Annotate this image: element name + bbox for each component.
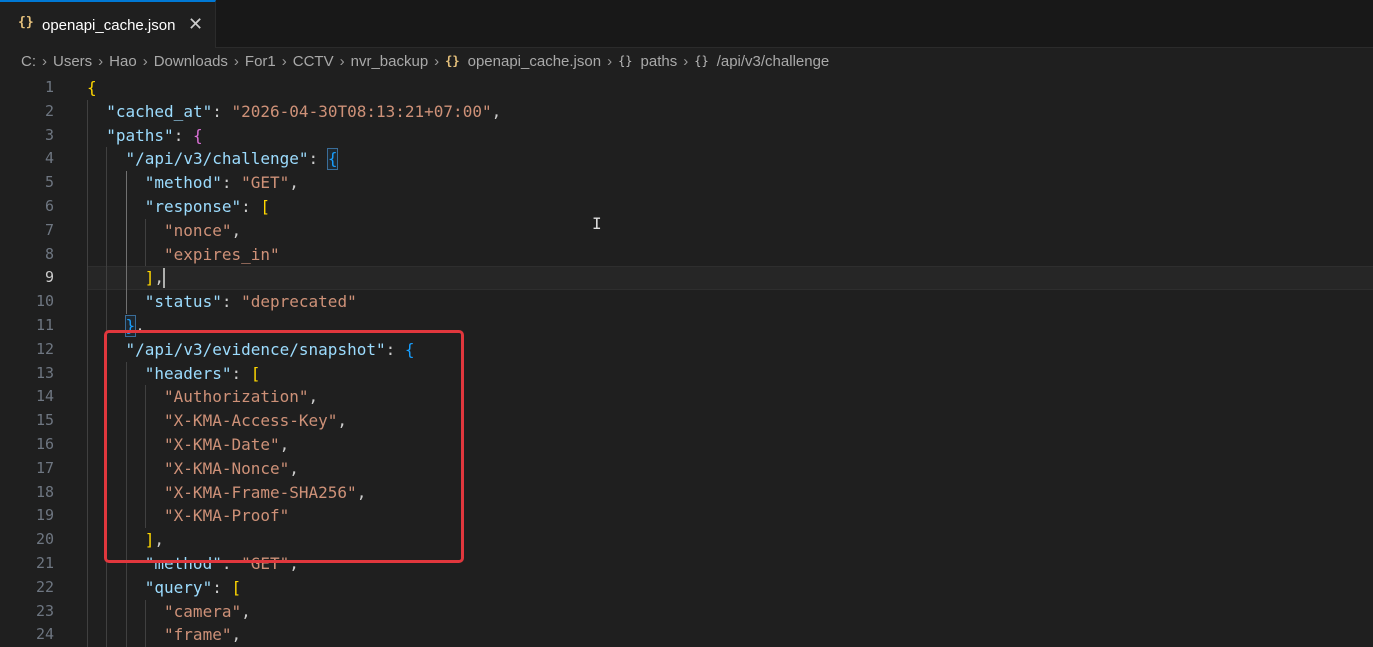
close-icon[interactable]: ✕ bbox=[188, 14, 203, 34]
chevron-right-icon: › bbox=[233, 52, 239, 70]
matching-bracket-highlight bbox=[326, 148, 339, 171]
line-number: 17 bbox=[35, 458, 54, 477]
code-line[interactable]: 24 "frame", bbox=[0, 623, 1373, 647]
chevron-right-icon: › bbox=[339, 52, 345, 70]
line-number: 2 bbox=[44, 101, 54, 120]
breadcrumb: C: › Users › Hao › Downloads › For1 › CC… bbox=[0, 48, 1373, 74]
code-text: { bbox=[87, 78, 97, 97]
chevron-right-icon: › bbox=[281, 52, 287, 70]
chevron-right-icon: › bbox=[42, 52, 47, 70]
line-number: 11 bbox=[35, 316, 54, 334]
breadcrumb-item[interactable]: nvr_backup bbox=[351, 53, 429, 70]
chevron-right-icon: › bbox=[142, 52, 148, 70]
code-line[interactable]: 9], bbox=[0, 266, 1373, 291]
line-number: 9 bbox=[44, 268, 54, 287]
code-text: "expires_in" bbox=[164, 244, 280, 264]
code-text: "cached_at": "2026-04-30T08:13:21+07:00"… bbox=[106, 101, 502, 121]
line-number: 1 bbox=[44, 78, 54, 96]
breadcrumb-symbol-challenge[interactable]: {} /api/v3/challenge bbox=[694, 53, 829, 70]
breadcrumb-item[interactable]: Downloads bbox=[154, 53, 228, 70]
code-text: ], bbox=[144, 268, 165, 288]
line-number: 21 bbox=[35, 554, 54, 572]
line-number: 4 bbox=[44, 149, 54, 168]
braces-icon: {} bbox=[445, 54, 460, 68]
code-line[interactable]: 22 "query": [ bbox=[0, 576, 1373, 600]
code-line[interactable]: 1{ bbox=[0, 76, 1373, 100]
code-text: "/api/v3/challenge": { bbox=[125, 149, 338, 169]
code-text: "method": "GET", bbox=[144, 173, 299, 193]
chevron-right-icon: › bbox=[683, 52, 689, 70]
indent-guide bbox=[87, 99, 88, 647]
tab-label: openapi_cache.json bbox=[42, 17, 176, 34]
breadcrumb-item[interactable]: Users bbox=[53, 53, 92, 70]
breadcrumb-item[interactable]: C: bbox=[21, 53, 36, 70]
breadcrumb-symbol-label: /api/v3/challenge bbox=[716, 52, 830, 70]
line-number: 8 bbox=[44, 244, 54, 263]
breadcrumb-item[interactable]: Hao bbox=[109, 53, 137, 70]
text-cursor-icon: I bbox=[592, 214, 602, 233]
code-line[interactable]: 7 "nonce", bbox=[0, 219, 1373, 243]
line-number: 24 bbox=[35, 625, 54, 644]
line-number: 6 bbox=[44, 197, 54, 215]
breadcrumb-item[interactable]: CCTV bbox=[293, 53, 334, 70]
code-line[interactable]: 10 "status": "deprecated" bbox=[0, 290, 1373, 314]
code-text: "nonce", bbox=[164, 220, 242, 240]
code-text: "frame", bbox=[164, 625, 242, 645]
chevron-right-icon: › bbox=[98, 52, 104, 70]
line-number: 20 bbox=[35, 530, 54, 549]
code-line[interactable]: 5 "method": "GET", bbox=[0, 171, 1373, 195]
current-line-highlight bbox=[87, 266, 1373, 291]
indent-guide bbox=[125, 171, 127, 314]
object-icon: {} bbox=[694, 54, 709, 68]
code-text: "status": "deprecated" bbox=[144, 292, 357, 312]
code-text: "query": [ bbox=[144, 577, 242, 597]
code-line[interactable]: 8 "expires_in" bbox=[0, 243, 1373, 267]
line-number: 13 bbox=[35, 363, 54, 382]
line-number: 18 bbox=[35, 482, 54, 501]
code-line[interactable]: 6 "response": [ bbox=[0, 195, 1373, 219]
chevron-right-icon: › bbox=[607, 52, 613, 70]
indent-guide bbox=[144, 218, 146, 267]
breadcrumb-item[interactable]: For1 bbox=[245, 53, 276, 70]
breadcrumb-file-label: openapi_cache.json bbox=[467, 52, 602, 70]
annotation-highlight-box bbox=[104, 330, 464, 563]
object-icon: {} bbox=[618, 54, 633, 68]
tab-bar: {} openapi_cache.json ✕ bbox=[0, 0, 1373, 48]
code-line[interactable]: 3 "paths": { bbox=[0, 124, 1373, 148]
breadcrumb-symbol-paths[interactable]: {} paths bbox=[618, 53, 677, 70]
line-number: 12 bbox=[35, 339, 54, 358]
line-number: 10 bbox=[35, 292, 54, 311]
breadcrumb-file[interactable]: {} openapi_cache.json bbox=[445, 53, 601, 70]
code-line[interactable]: 23 "camera", bbox=[0, 600, 1373, 624]
code-text: "camera", bbox=[164, 601, 251, 621]
indent-guide bbox=[144, 599, 146, 647]
line-number: 22 bbox=[35, 577, 54, 596]
line-number: 5 bbox=[44, 173, 54, 192]
code-line[interactable]: 2 "cached_at": "2026-04-30T08:13:21+07:00… bbox=[0, 100, 1373, 124]
code-text: "paths": { bbox=[106, 125, 203, 145]
line-number: 14 bbox=[35, 387, 54, 406]
tab-openapi-cache-json[interactable]: {} openapi_cache.json ✕ bbox=[0, 0, 216, 48]
line-number: 3 bbox=[44, 125, 54, 144]
line-number: 15 bbox=[35, 411, 54, 430]
chevron-right-icon: › bbox=[434, 52, 440, 70]
line-number: 7 bbox=[44, 220, 54, 239]
braces-icon: {} bbox=[18, 15, 34, 30]
breadcrumb-symbol-label: paths bbox=[640, 52, 678, 70]
code-line[interactable]: 4 "/api/v3/challenge": { bbox=[0, 147, 1373, 171]
code-text: "response": [ bbox=[144, 197, 271, 216]
line-number: 19 bbox=[35, 506, 54, 525]
line-number: 23 bbox=[35, 601, 54, 620]
text-caret bbox=[163, 268, 165, 289]
line-number: 16 bbox=[35, 435, 54, 453]
